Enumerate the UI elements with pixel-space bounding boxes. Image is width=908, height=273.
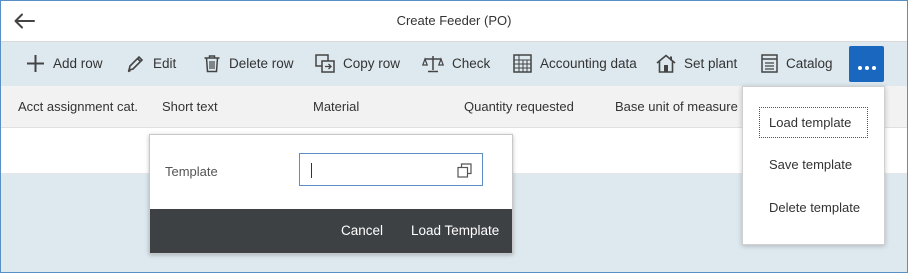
column-header[interactable]: Material [313, 99, 359, 114]
check-button[interactable]: Check [422, 42, 490, 85]
app-window: Create Feeder (PO) Add row Edit Delete r… [0, 0, 908, 273]
edit-label: Edit [153, 56, 177, 71]
add-row-label: Add row [53, 56, 103, 71]
menu-item-delete-template[interactable]: Delete template [760, 193, 867, 224]
column-header[interactable]: Short text [162, 99, 218, 114]
table-grid-icon [513, 54, 532, 73]
column-header[interactable]: Quantity requested [464, 99, 574, 114]
menu-item-load-template[interactable]: Load template [759, 107, 868, 138]
delete-row-button[interactable]: Delete row [203, 42, 294, 85]
page-title: Create Feeder (PO) [396, 13, 512, 28]
accounting-data-label: Accounting data [540, 56, 637, 71]
house-icon [656, 54, 676, 73]
set-plant-label: Set plant [684, 56, 738, 71]
popup-footer: Cancel Load Template [150, 209, 512, 253]
cancel-button[interactable]: Cancel [341, 223, 383, 238]
copy-row-label: Copy row [343, 56, 401, 71]
load-template-button[interactable]: Load Template [411, 223, 499, 238]
text-cursor [311, 163, 312, 178]
add-row-button[interactable]: Add row [26, 42, 103, 85]
check-label: Check [452, 56, 491, 71]
catalog-icon [761, 54, 778, 73]
scales-icon [422, 56, 444, 73]
more-options-menu: Load template Save template Delete templ… [742, 86, 885, 245]
title-bar: Create Feeder (PO) [1, 1, 907, 42]
set-plant-button[interactable]: Set plant [656, 42, 737, 85]
catalog-label: Catalog [786, 56, 833, 71]
pencil-icon [127, 55, 144, 73]
accounting-data-button[interactable]: Accounting data [513, 42, 637, 85]
trash-icon [204, 55, 220, 73]
toolbar: Add row Edit Delete row Copy row Check A… [1, 42, 907, 85]
plus-icon [27, 55, 44, 72]
template-label: Template [165, 164, 218, 179]
more-options-button[interactable] [849, 46, 884, 82]
edit-button[interactable]: Edit [126, 42, 176, 85]
column-header[interactable]: Acct assignment cat. [18, 99, 138, 114]
template-popup: Template Cancel Load Template [149, 134, 513, 254]
more-dots-icon [857, 66, 862, 70]
menu-item-save-template[interactable]: Save template [760, 150, 867, 181]
copy-icon [315, 54, 335, 73]
template-input[interactable] [299, 153, 483, 186]
delete-row-label: Delete row [229, 56, 294, 71]
more-dot [864, 66, 869, 70]
copy-row-button[interactable]: Copy row [315, 42, 400, 85]
more-dot [871, 66, 876, 70]
catalog-button[interactable]: Catalog [761, 42, 833, 85]
value-help-icon[interactable] [457, 163, 472, 178]
column-header[interactable]: Base unit of measure [615, 99, 738, 114]
